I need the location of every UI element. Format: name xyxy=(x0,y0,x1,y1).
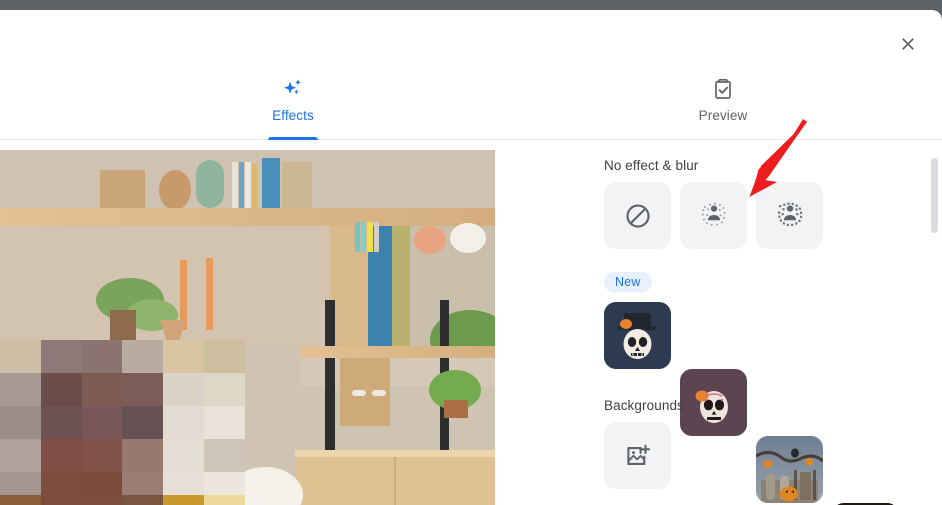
sparkles-icon xyxy=(280,74,306,104)
badge-new: New xyxy=(604,272,652,292)
effect-no-effect[interactable] xyxy=(604,182,671,249)
slight-blur-icon xyxy=(701,202,726,226)
close-button[interactable] xyxy=(888,24,928,64)
self-view-video[interactable] xyxy=(0,150,495,505)
add-image-icon xyxy=(626,444,650,465)
effects-dialog: Effects Preview No effect & blur New Bac… xyxy=(0,10,942,505)
clipboard-check-icon xyxy=(711,74,735,104)
pixelated-region-bottom xyxy=(0,495,245,505)
section-title-backgrounds: Backgrounds xyxy=(604,398,684,413)
panel-scrollbar-thumb[interactable] xyxy=(931,158,938,233)
tab-effects-label: Effects xyxy=(272,108,314,123)
tab-effects[interactable]: Effects xyxy=(232,62,354,140)
tab-preview-label: Preview xyxy=(698,108,748,123)
effect-heavy-blur[interactable] xyxy=(756,182,823,249)
background-upload[interactable] xyxy=(604,422,671,489)
app-screen: Effects Preview No effect & blur New Bac… xyxy=(0,0,942,505)
no-effect-icon xyxy=(625,203,650,228)
skull-top-hat-thumbnail xyxy=(604,302,671,369)
pixelated-region xyxy=(0,340,245,505)
effect-skull-top-hat[interactable] xyxy=(604,302,671,369)
effect-sugar-skull[interactable] xyxy=(680,369,747,436)
effect-haunted-graveyard[interactable] xyxy=(756,436,823,503)
sugar-skull-thumbnail xyxy=(680,369,747,436)
heavy-blur-icon xyxy=(777,202,802,226)
section-title-no-effect-blur: No effect & blur xyxy=(604,158,699,173)
close-icon xyxy=(902,38,914,50)
panel-scrollbar-track[interactable] xyxy=(931,150,939,505)
tab-preview[interactable]: Preview xyxy=(662,62,784,140)
effect-slight-blur[interactable] xyxy=(680,182,747,249)
tab-active-indicator xyxy=(268,137,318,140)
effects-options-panel: No effect & blur New Backgrounds xyxy=(495,150,942,505)
haunted-graveyard-thumbnail xyxy=(756,436,823,503)
tab-bar: Effects Preview xyxy=(0,62,942,140)
